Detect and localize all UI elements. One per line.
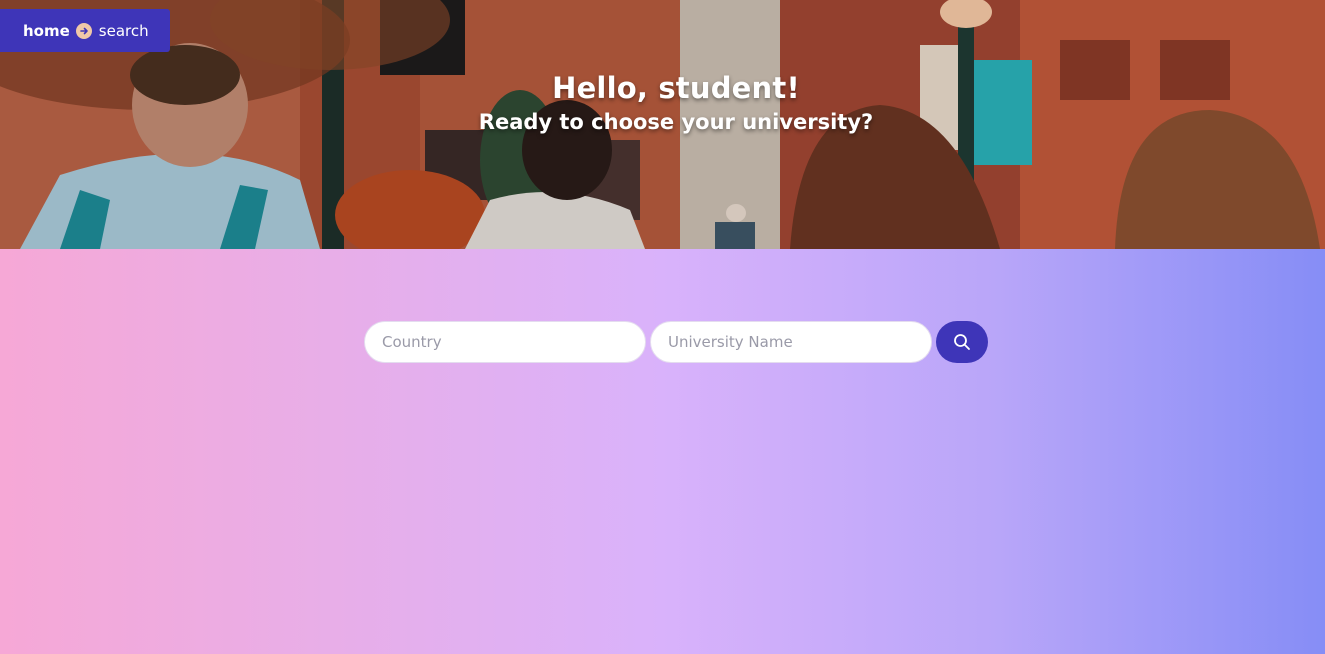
hero-banner: Hello, student! Ready to choose your uni… — [0, 0, 1325, 249]
hero-text: Hello, student! Ready to choose your uni… — [0, 68, 1325, 136]
hero-subtitle: Ready to choose your university? — [478, 110, 874, 134]
country-input[interactable] — [364, 321, 646, 363]
breadcrumb-current: search — [98, 21, 149, 40]
search-icon — [954, 334, 970, 350]
search-form — [364, 321, 988, 363]
search-button[interactable] — [936, 321, 988, 363]
breadcrumb: home search — [0, 9, 170, 52]
hero-title: Hello, student! — [552, 71, 800, 105]
university-name-input[interactable] — [650, 321, 932, 363]
breadcrumb-home-link[interactable]: home — [23, 22, 70, 40]
arrow-right-circle-icon — [75, 22, 92, 39]
